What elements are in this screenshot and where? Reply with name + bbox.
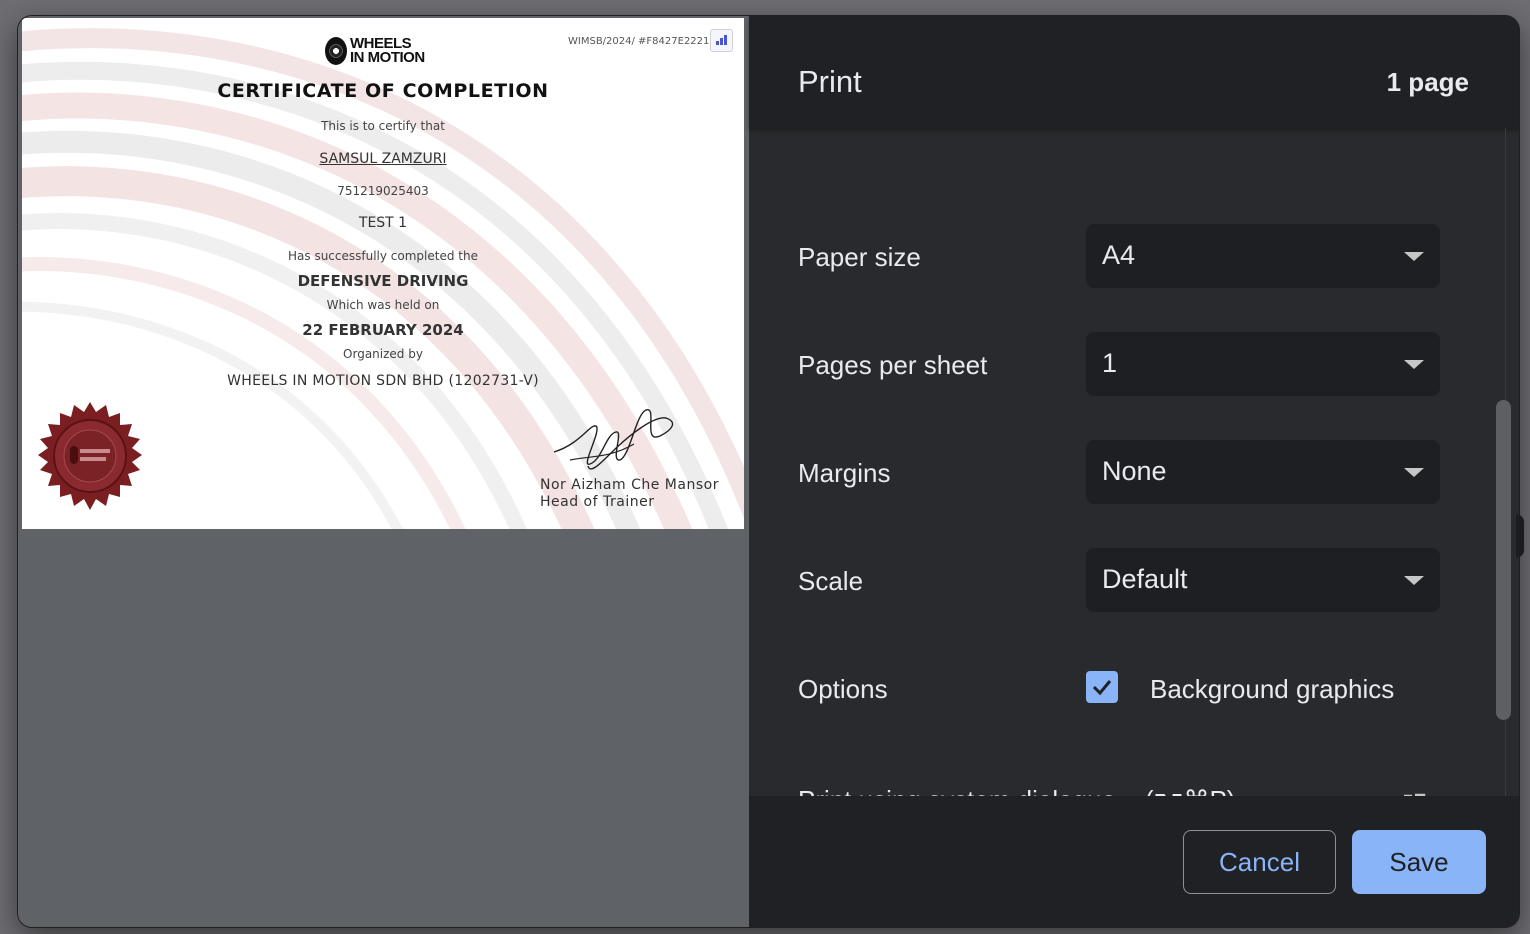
pages-per-sheet-row: Pages per sheet 1 (798, 332, 1458, 396)
signer-block: Nor Aizham Che Mansor Head of Trainer (540, 477, 719, 511)
pages-per-sheet-value: 1 (1102, 348, 1118, 378)
paper-size-label: Paper size (798, 242, 921, 272)
margins-label: Margins (798, 458, 891, 488)
cancel-button[interactable]: Cancel (1183, 830, 1336, 894)
logo-line-2: IN MOTION (350, 49, 425, 66)
scale-row: Scale Default (798, 548, 1458, 612)
dialog-footer: Cancel Save (749, 796, 1519, 927)
pages-per-sheet-label: Pages per sheet (798, 350, 988, 380)
print-dialog-window: WHEELS IN MOTION WIMSB/2024/ #F8427E2221… (18, 16, 1519, 927)
organizer-name: WHEELS IN MOTION SDN BHD (1202731-V) (227, 373, 539, 389)
page-count: 1 page (1386, 67, 1469, 97)
course-date: 22 FEBRUARY 2024 (302, 321, 464, 339)
paper-size-value: A4 (1102, 240, 1136, 270)
recipient-id: 751219025403 (337, 184, 429, 198)
completed-text: Has successfully completed the (288, 249, 478, 263)
certify-text: This is to certify that (321, 119, 445, 133)
signer-title: Head of Trainer (540, 494, 655, 510)
chevron-down-icon (1404, 468, 1424, 477)
background-graphics-label[interactable]: Background graphics (1150, 674, 1394, 705)
signer-name: Nor Aizham Che Mansor (540, 477, 719, 493)
certificate-title: CERTIFICATE OF COMPLETION (217, 80, 549, 102)
checkmark-icon (1092, 680, 1112, 696)
save-button[interactable]: Save (1352, 830, 1486, 894)
margins-select[interactable]: None (1086, 440, 1440, 504)
margins-value: None (1102, 456, 1167, 486)
options-row: Options Background graphics (798, 656, 1458, 720)
held-text: Which was held on (326, 298, 440, 312)
wheels-in-motion-logo: WHEELS IN MOTION (325, 35, 445, 67)
certificate-page-preview: WHEELS IN MOTION WIMSB/2024/ #F8427E2221… (22, 18, 744, 529)
chevron-down-icon (1404, 252, 1424, 261)
window-side-handle (1516, 514, 1524, 558)
chevron-down-icon (1404, 576, 1424, 585)
organized-text: Organized by (343, 347, 423, 361)
scale-select[interactable]: Default (1086, 548, 1440, 612)
panel-title: Print (798, 64, 862, 99)
test-name: TEST 1 (358, 215, 408, 231)
company-seal (38, 402, 142, 510)
settings-list: Paper size A4 Pages per sheet 1 Margins … (749, 128, 1489, 796)
verify-chart-icon (710, 29, 733, 52)
scale-value: Default (1102, 564, 1188, 594)
panel-header: Print 1 page (749, 16, 1519, 128)
print-preview-area: WHEELS IN MOTION WIMSB/2024/ #F8427E2221… (18, 16, 748, 927)
background-graphics-checkbox[interactable] (1086, 671, 1118, 703)
system-dialog-link[interactable]: Print using system dialogue... (⌥⌘P) (798, 785, 1235, 796)
scrollbar-thumb[interactable] (1496, 400, 1511, 720)
recipient-name: SAMSUL ZAMZURI (319, 151, 447, 167)
certificate-reference: WIMSB/2024/ #F8427E2221 (568, 36, 710, 47)
print-settings-panel: Print 1 page Paper size A4 Pages per she… (749, 16, 1519, 927)
paper-size-select[interactable]: A4 (1086, 224, 1440, 288)
margins-row: Margins None (798, 440, 1458, 504)
course-name: DEFENSIVE DRIVING (297, 272, 469, 290)
signature-image (553, 409, 674, 470)
paper-size-row: Paper size A4 (798, 224, 1458, 288)
pages-per-sheet-select[interactable]: 1 (1086, 332, 1440, 396)
chevron-down-icon (1404, 360, 1424, 369)
options-label: Options (798, 674, 888, 704)
tire-icon (325, 37, 347, 65)
scale-label: Scale (798, 566, 864, 596)
